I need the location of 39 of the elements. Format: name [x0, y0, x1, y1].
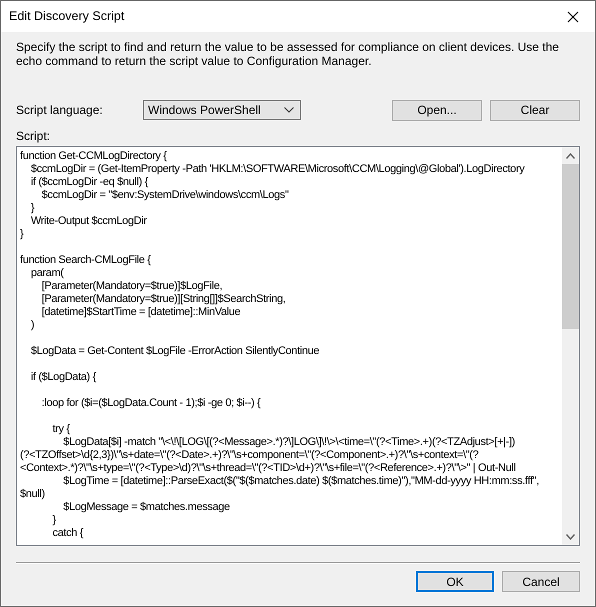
code-line: [Parameter(Mandatory=$true)]$LogFile,: [40, 280, 224, 293]
dialog-button[interactable]: Cancel: [502, 571, 580, 592]
code-line: $LogData = Get-Content $LogFile -ErrorAction SilentlyContinue: [30, 345, 320, 358]
code-line: [datetime]$StartTime = [datetime]::MinValue: [40, 306, 242, 319]
code-line: param(: [30, 267, 65, 280]
code-line: $LogData[$i] -match "\<\!\[LOG\[(?<Message>.*)?\]LOG\]\!\>\<time=\"(?<Time>.+)(?<TZAdjust>[+|-]): [62, 436, 516, 449]
chevron-down-icon: [284, 107, 294, 113]
description-text: Specify the script to find and return the value to be assessed for compliance on client devices. Use the echo command to return the script value to Configuration Manager.: [16, 40, 560, 68]
code-line: }: [30, 202, 36, 215]
code-line: <Context>.*)?\"\s+type=\"(?<Type>\d)?\"\s+thread=\"(?<TID>\d+)?\"\s+file=\"(?<Reference>.+)?\"\>" | Out-Null: [20, 462, 517, 475]
dialog-button[interactable]: Open...: [392, 100, 482, 120]
script-editor[interactable]: [16, 146, 580, 546]
code-line: catch {: [51, 527, 84, 540]
code-line: function Get-CCMLogDirectory {: [20, 150, 168, 163]
vertical-scrollbar[interactable]: [562, 147, 579, 545]
code-line: (?<TZOffset>\d{2,3})\"\s+date=\"(?<Date>.+)?\"\s+component=\"(?<Component>.+)?\"\s+context=\"(?: [20, 449, 480, 462]
code-line: $LogMessage = $matches.message: [62, 501, 231, 514]
script-language-label: Script language:: [16, 102, 104, 119]
code-line: }: [20, 228, 24, 241]
code-line: Write-Output $ccmLogDir: [30, 215, 148, 228]
window-title: Edit Discovery Script: [9, 8, 124, 26]
code-line: $ccmLogDir = "$env:SystemDrive\windows\ccm\Logs": [40, 189, 290, 202]
dialog-button[interactable]: Clear: [490, 100, 580, 120]
code-line: if ($LogData) {: [30, 371, 98, 384]
code-line: try {: [51, 423, 71, 436]
dialog-button[interactable]: OK: [416, 571, 494, 592]
code-line: ): [30, 319, 36, 332]
script-label: Script:: [16, 129, 52, 143]
code-line: :loop for ($i=($LogData.Count - 1);$i -ge 0; $i--) {: [40, 397, 262, 410]
dropdown-value: Windows PowerShell: [148, 102, 261, 119]
script-language-dropdown[interactable]: Windows PowerShell: [143, 100, 301, 120]
code-line: $LogTime = [datetime]::ParseExact($("$($matches.date) $($matches.time)"),"MM-dd-yyyy HH:mm:ss.fff",: [62, 475, 540, 488]
code-line: $null): [20, 488, 46, 501]
code-line: $ccmLogDir = (Get-ItemProperty -Path 'HKLM:\SOFTWARE\Microsoft\CCM\Logging\@Global').LogDirectory: [30, 163, 526, 176]
code-line: if ($ccmLogDir -eq $null) {: [30, 176, 150, 189]
code-line: }: [51, 514, 57, 527]
scrollbar-thumb[interactable]: [562, 164, 579, 329]
code-line: function Search-CMLogFile {: [20, 254, 152, 267]
code-line: [Parameter(Mandatory=$true)][String[]]$SearchString,: [40, 293, 286, 306]
